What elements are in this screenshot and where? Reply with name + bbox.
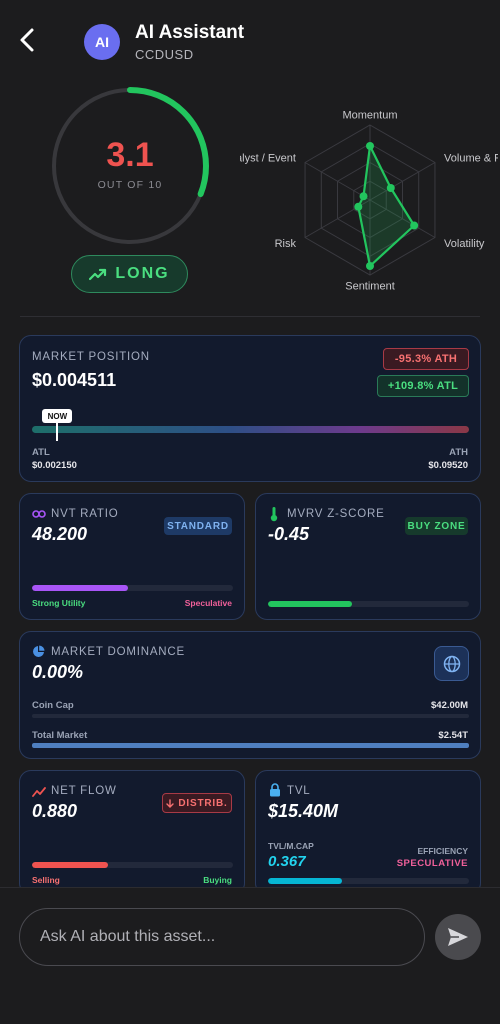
ask-ai-input[interactable] [19, 908, 425, 966]
radar-point [354, 202, 363, 211]
now-marker-line [56, 423, 59, 441]
now-label: NOW [42, 409, 73, 423]
radar-axis-label: Risk [275, 238, 297, 250]
send-icon [448, 928, 468, 946]
net-flow-right-label: Buying [203, 875, 232, 885]
market-dominance-value: 0.00% [32, 662, 84, 682]
nvt-status-badge: STANDARD [164, 517, 232, 535]
mvrv-status-badge: BUY ZONE [405, 517, 468, 535]
coin-cap-track [32, 714, 469, 718]
total-market-fill [32, 743, 469, 748]
page-title: AI Assistant [135, 22, 245, 43]
net-flow-label: NET FLOW [51, 785, 117, 797]
send-button[interactable] [435, 914, 481, 960]
efficiency-label: EFFICIENCY [417, 846, 468, 856]
mvrv-zscore-card: MVRV Z-SCORE -0.45 BUY ZONE [255, 493, 481, 620]
score-value: 3.1 [106, 136, 154, 174]
tvl-ratio-value: 0.367 [268, 853, 306, 870]
atl-value: $0.002150 [32, 460, 77, 471]
nvt-ratio-card: NVT RATIO 48.200 STANDARD Strong Utility… [19, 493, 245, 620]
trend-chart-icon [32, 787, 46, 797]
net-flow-left-label: Selling [32, 875, 60, 885]
tvl-label: TVL [287, 785, 311, 797]
tvl-card: TVL $15.40M TVL/M.CAP 0.367 EFFICIENCY S… [255, 770, 481, 895]
radar-axis-label: Momentum [342, 110, 397, 122]
score-scale-label: OUT OF 10 [97, 179, 163, 191]
market-position-label: MARKET POSITION [32, 351, 150, 363]
link-icon [32, 510, 46, 518]
avatar: AI [84, 24, 120, 60]
radar-axis-label: Volatility [444, 238, 485, 250]
tvl-progress-track [268, 878, 469, 884]
market-position-value: $0.004511 [32, 370, 117, 390]
thermometer-icon [270, 507, 278, 522]
pie-chart-icon [33, 645, 45, 657]
ath-change-badge: -95.3% ATH [383, 348, 469, 370]
arrow-down-icon [166, 798, 175, 808]
nvt-right-label: Speculative [184, 598, 232, 608]
net-flow-progress-track [32, 862, 233, 868]
market-dominance-card: MARKET DOMINANCE 0.00% Coin Cap $42.00M … [19, 631, 481, 759]
now-marker: NOW [42, 409, 87, 441]
net-flow-progress-fill [32, 862, 109, 868]
tvl-progress-fill [268, 878, 343, 884]
nvt-ratio-label: NVT RATIO [51, 508, 119, 520]
radar-point [366, 262, 374, 270]
radar-point [359, 192, 368, 201]
lock-icon [270, 783, 280, 797]
mvrv-label: MVRV Z-SCORE [287, 508, 385, 520]
net-flow-card: NET FLOW 0.880 DISTRIB. Selling Buying [19, 770, 245, 895]
chevron-left-icon [20, 28, 34, 52]
chat-bar-divider [0, 887, 500, 888]
radar-point [410, 221, 419, 230]
mvrv-progress-track [268, 601, 469, 607]
nvt-ratio-value: 48.200 [32, 524, 88, 544]
section-divider [20, 316, 480, 317]
radar-point [366, 142, 374, 150]
nvt-progress-fill [32, 585, 129, 591]
total-market-track [32, 743, 469, 748]
tvl-value: $15.40M [268, 801, 339, 821]
market-dominance-label: MARKET DOMINANCE [51, 646, 185, 658]
net-flow-status-badge: DISTRIB. [162, 793, 232, 813]
mvrv-value: -0.45 [268, 524, 310, 544]
asset-symbol: CCDUSD [135, 47, 194, 62]
radar-axis-label: Volume & Flow [444, 152, 498, 164]
nvt-progress-track [32, 585, 233, 591]
radar-axis-label: Catalyst / Event [240, 152, 296, 164]
total-market-label: Total Market [32, 730, 88, 741]
long-signal-button[interactable]: LONG [71, 255, 188, 293]
net-flow-value: 0.880 [32, 801, 78, 821]
signal-label: LONG [115, 265, 170, 282]
globe-button[interactable] [434, 646, 469, 681]
ath-label: ATH [449, 447, 468, 458]
mvrv-progress-fill [268, 601, 353, 607]
back-button[interactable] [12, 24, 42, 56]
trending-up-icon [89, 268, 107, 281]
coin-cap-value: $42.00M [431, 700, 468, 711]
atl-label: ATL [32, 447, 50, 458]
ath-value: $0.09520 [428, 460, 468, 471]
market-position-card: MARKET POSITION $0.004511 -95.3% ATH +10… [19, 335, 481, 482]
net-flow-badge-label: DISTRIB. [178, 797, 228, 809]
coin-cap-label: Coin Cap [32, 700, 74, 711]
radar-axis-label: Sentiment [345, 281, 395, 293]
nvt-left-label: Strong Utility [32, 598, 86, 608]
atl-change-badge: +109.8% ATL [377, 375, 469, 397]
efficiency-value: SPECULATIVE [396, 858, 468, 869]
price-range-bar [32, 426, 469, 433]
tvl-ratio-label: TVL/M.CAP [268, 841, 314, 851]
globe-icon [443, 655, 460, 672]
total-market-value: $2.54T [438, 730, 468, 741]
radar-point [386, 184, 395, 192]
radar-chart: Momentum Volume & Flow Volatility Sentiment… [240, 110, 498, 293]
